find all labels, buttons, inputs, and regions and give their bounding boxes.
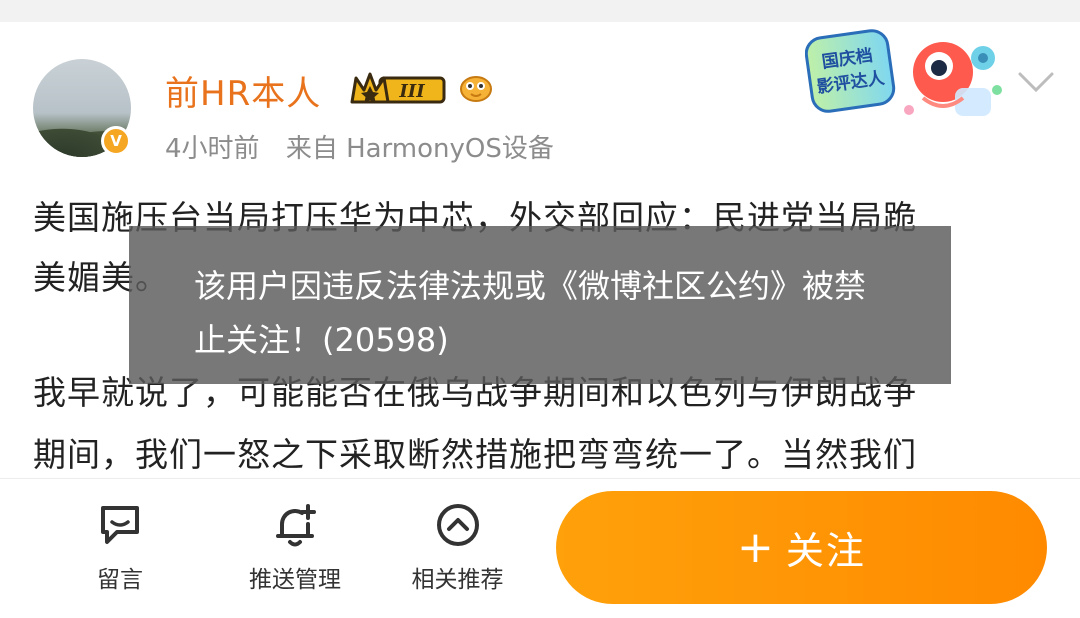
post-text-line: 期间，我们一怒之下采取断然措施把弯弯统一了。当然我们 [33,435,917,474]
comment-label: 留言 [97,567,143,593]
chat-bubble-icon [101,506,139,544]
toast-message: 该用户因违反法律法规或《微博社区公约》被禁止关注！(20598) [194,267,867,359]
related-recommend-button[interactable]: 相关推荐 [395,500,520,594]
push-settings-button[interactable]: 推送管理 [235,500,355,594]
follow-label: 关注 [785,529,866,573]
event-badge-icon[interactable]: 国庆档 影评达人 [805,28,1005,126]
chevron-down-icon[interactable] [1016,66,1056,102]
chevron-up-circle-icon [436,504,479,546]
post-time: 4小时前 [165,134,260,164]
crown-level-badge-icon: III [350,72,446,104]
fish-icon [460,76,492,102]
related-recommend-label: 相关推荐 [411,567,504,593]
follow-button[interactable]: + 关注 [556,491,1047,604]
post-meta: 4小时前 来自 HarmonyOS设备 [165,128,572,165]
username[interactable]: 前HR本人 [165,66,321,115]
verified-icon: V [101,126,131,156]
error-toast: 该用户因违反法律法规或《微博社区公约》被禁止关注！(20598) [129,226,951,384]
comment-button[interactable]: 留言 [80,500,160,594]
post-source[interactable]: 来自 HarmonyOS设备 [286,134,554,164]
top-strip [0,0,1080,22]
push-settings-label: 推送管理 [249,567,341,593]
plus-icon: + [737,521,776,573]
level-badge-text: III [398,81,425,102]
bell-plus-icon [276,504,316,547]
